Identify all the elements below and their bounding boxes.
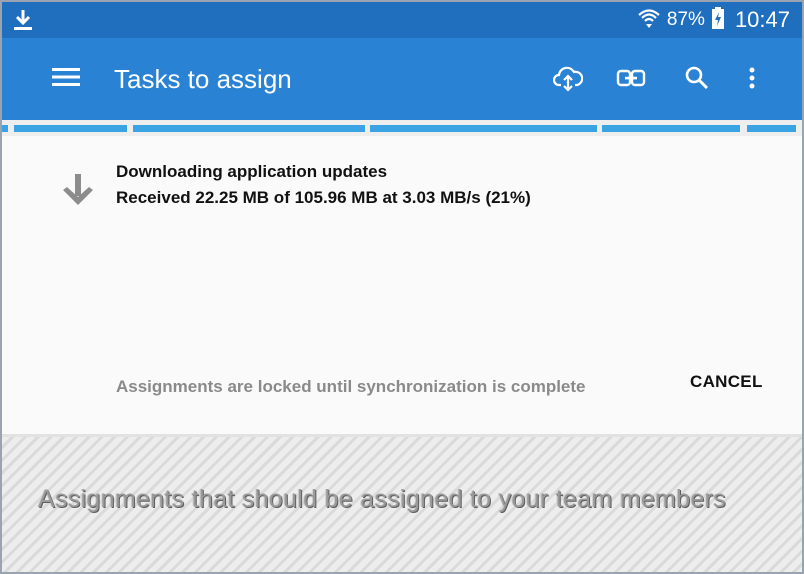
search-icon[interactable] — [682, 63, 712, 93]
battery-charging-icon — [711, 6, 725, 35]
progress-segment — [370, 125, 597, 132]
status-clock: 10:47 — [734, 7, 790, 32]
download-dialog: Downloading application updates Received… — [2, 136, 802, 434]
progress-segment — [2, 125, 8, 132]
progress-segment — [14, 125, 127, 132]
app-window: 87% 10:47 Tasks to assign Downloading ap… — [0, 0, 804, 574]
menu-icon[interactable] — [52, 66, 80, 88]
download-progress-text: Received 22.25 MB of 105.96 MB at 3.03 M… — [116, 188, 531, 207]
battery-percentage: 87% — [666, 9, 705, 30]
wifi-icon — [637, 7, 661, 34]
progress-segment — [747, 125, 796, 132]
download-notification-icon — [12, 8, 34, 32]
cloud-sync-icon[interactable] — [552, 63, 584, 93]
cancel-button[interactable]: CANCEL — [682, 368, 771, 396]
locked-assignments-text: Assignments that should be assigned to y… — [38, 485, 726, 513]
app-bar: Tasks to assign — [2, 38, 802, 120]
page-title: Tasks to assign — [114, 64, 292, 94]
status-indicators: 87% 10:47 — [637, 6, 790, 34]
progress-segment — [602, 125, 740, 132]
progress-segment — [133, 125, 365, 132]
status-bar: 87% 10:47 — [2, 2, 802, 38]
locked-assignments-area: Assignments that should be assigned to y… — [2, 437, 802, 572]
download-title: Downloading application updates — [116, 162, 388, 181]
sync-progress-bar — [2, 120, 802, 136]
lock-message: Assignments are locked until synchroniza… — [116, 377, 586, 396]
link-icon[interactable] — [616, 63, 646, 93]
more-vert-icon[interactable] — [737, 63, 767, 93]
download-arrow-icon — [60, 170, 96, 210]
